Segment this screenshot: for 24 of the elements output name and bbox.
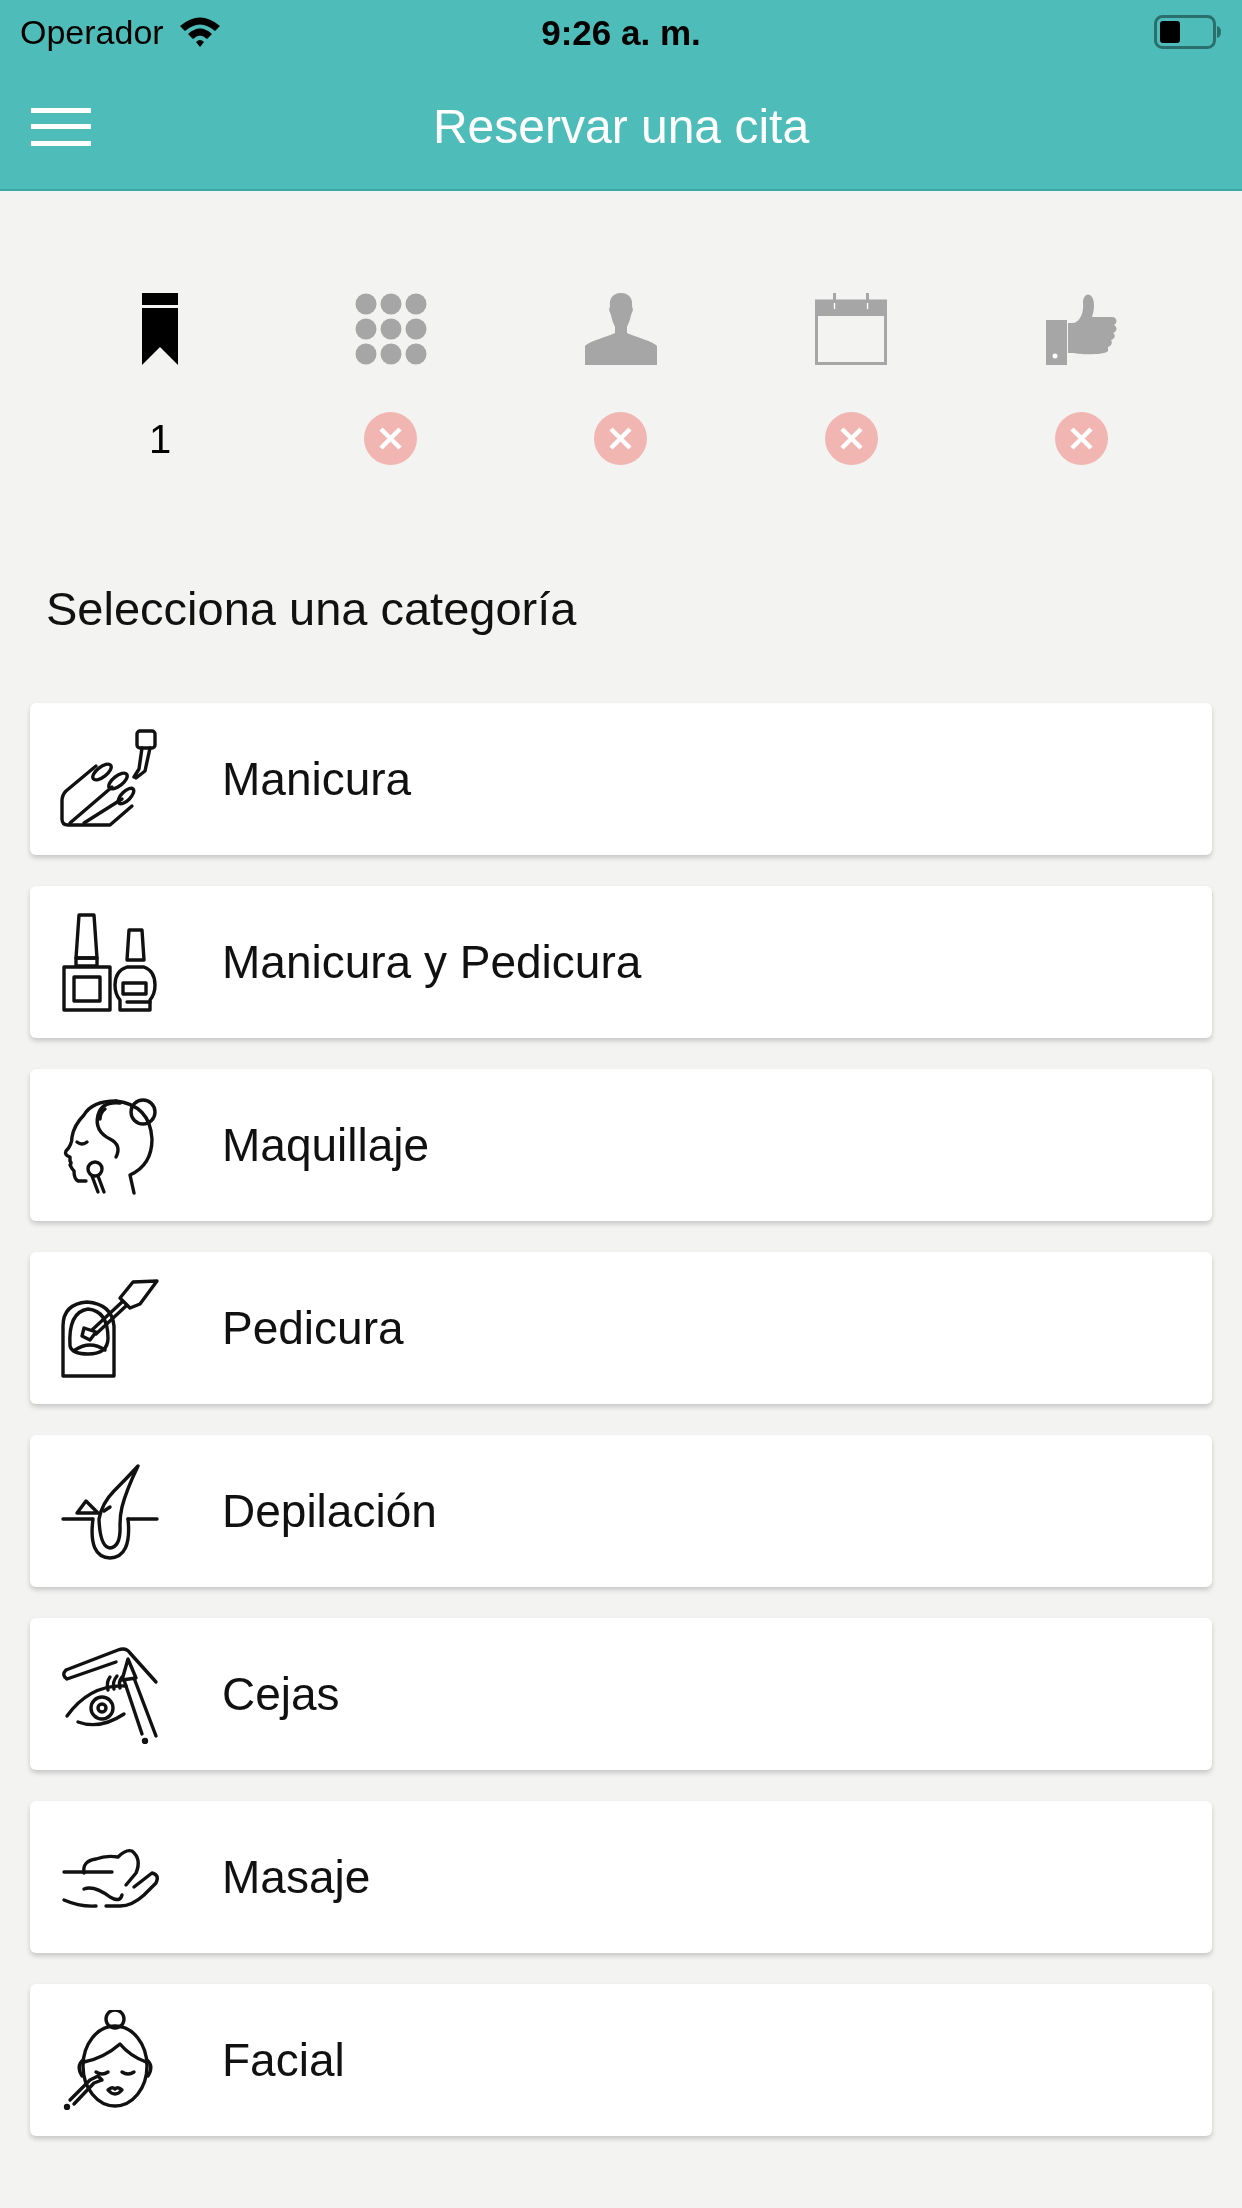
- hair-follicle-icon: [60, 1461, 160, 1561]
- category-card[interactable]: Pedicura: [30, 1252, 1212, 1404]
- category-card[interactable]: Masaje: [30, 1801, 1212, 1953]
- close-circle-icon: [1055, 412, 1109, 465]
- battery-icon: [1154, 15, 1222, 49]
- page-title: Reservar una cita: [432, 102, 810, 151]
- eye-with-pencil-icon: [60, 1644, 160, 1744]
- category-card[interactable]: Facial: [30, 1984, 1212, 2136]
- category-card[interactable]: Manicura: [30, 703, 1212, 855]
- menu-button[interactable]: [31, 106, 91, 147]
- section-heading: Selecciona una categoría: [46, 581, 577, 637]
- clock-time: 9:26 a. m.: [541, 14, 701, 50]
- category-card[interactable]: Depilación: [30, 1435, 1212, 1587]
- close-circle-icon: [594, 412, 648, 465]
- close-circle-icon: [824, 412, 878, 465]
- category-card[interactable]: Cejas: [30, 1618, 1212, 1770]
- close-circle-icon: [364, 412, 418, 465]
- step-number: 1: [149, 418, 172, 459]
- carrier-label: Operador: [20, 15, 164, 49]
- category-card[interactable]: Maquillaje: [30, 1069, 1212, 1221]
- toe-with-brush-icon: [60, 1278, 160, 1378]
- category-card[interactable]: Manicura y Pedicura: [30, 886, 1212, 1038]
- nail-polish-bottles-icon: [60, 912, 160, 1012]
- manicure-hand-icon: [60, 729, 160, 829]
